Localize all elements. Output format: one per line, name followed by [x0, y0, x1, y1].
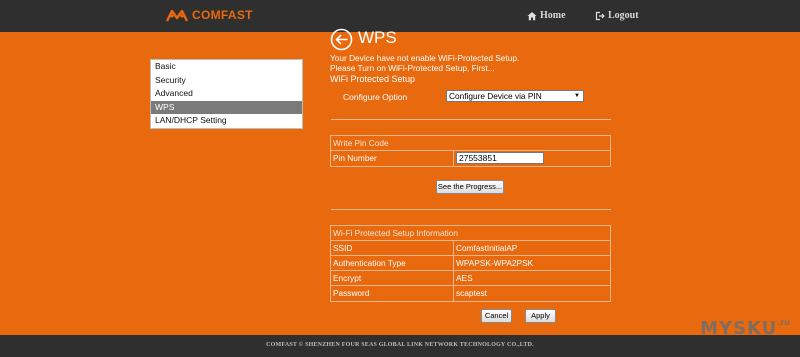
pin-number-label: Pin Number	[331, 151, 454, 166]
divider	[331, 119, 611, 120]
table-row: Authentication Type WPAPSK-WPA2PSK	[331, 256, 610, 271]
watermark-text: MYSKU	[700, 318, 778, 339]
brand-name: COMFAST	[192, 8, 253, 22]
notice-line-2: Please Turn on WiFi-Protected Setup, Fir…	[330, 63, 495, 73]
sidebar-item-security[interactable]: Security	[151, 74, 302, 88]
encrypt-value: AES	[456, 273, 473, 283]
top-bar: COMFAST Home Logout	[0, 0, 800, 32]
apply-button[interactable]: Apply	[525, 309, 556, 323]
wps-info-table: Wi-Fi Protected Setup Information SSID C…	[330, 225, 611, 302]
wps-disabled-notice: Your Device have not enable WiFi-Protect…	[330, 53, 519, 73]
pin-table-title: Write Pin Code	[333, 138, 389, 148]
configure-option-value: Configure Device via PIN	[449, 91, 542, 101]
logout-icon	[595, 11, 605, 20]
configure-option-select[interactable]: Configure Device via PIN ▼	[446, 90, 584, 102]
dropdown-arrow-icon: ▼	[574, 93, 580, 99]
brand-logo[interactable]: COMFAST	[166, 8, 253, 22]
info-table-header: Wi-Fi Protected Setup Information	[331, 226, 610, 241]
divider	[331, 209, 611, 210]
cancel-button[interactable]: Cancel	[481, 309, 512, 323]
sidebar-menu: Basic Security Advanced WPS LAN/DHCP Set…	[150, 59, 303, 129]
encrypt-label: Encrypt	[331, 271, 454, 285]
see-progress-button[interactable]: See the Progress...	[436, 180, 504, 194]
footer-copyright: COMFAST © SHENZHEN FOUR SEAS GLOBAL LINK…	[266, 342, 534, 348]
table-row: Encrypt AES	[331, 271, 610, 286]
sidebar-item-basic[interactable]: Basic	[151, 60, 302, 74]
password-value: scaptest	[456, 288, 487, 298]
home-link-label: Home	[540, 10, 566, 21]
sidebar-item-lan-dhcp[interactable]: LAN/DHCP Setting	[151, 114, 302, 128]
section-title: WiFi Protected Setup	[330, 74, 416, 84]
page-title: WPS	[358, 28, 397, 47]
sidebar-item-wps[interactable]: WPS	[151, 100, 302, 114]
logout-link-label: Logout	[608, 10, 639, 21]
pin-table: Write Pin Code Pin Number 27553851	[330, 135, 611, 167]
auth-type-value: WPAPSK-WPA2PSK	[456, 258, 534, 268]
configure-option-label: Configure Option	[343, 92, 408, 102]
table-row: Password scaptest	[331, 286, 610, 301]
table-row: SSID ComfastInitialAP	[331, 241, 610, 256]
pin-row: Pin Number 27553851	[331, 151, 610, 166]
password-label: Password	[331, 286, 454, 301]
watermark-suffix: .ru	[777, 318, 790, 327]
sidebar-item-advanced[interactable]: Advanced	[151, 87, 302, 101]
ssid-value: ComfastInitialAP	[456, 243, 518, 253]
back-arrow-icon[interactable]	[330, 28, 353, 51]
pin-number-input[interactable]: 27553851	[456, 152, 544, 164]
home-icon	[527, 11, 537, 20]
pin-table-header: Write Pin Code	[331, 136, 610, 151]
footer-bar: COMFAST © SHENZHEN FOUR SEAS GLOBAL LINK…	[0, 335, 800, 357]
home-link[interactable]: Home	[527, 10, 566, 21]
logout-link[interactable]: Logout	[595, 10, 639, 21]
pin-number-cell: 27553851	[454, 151, 610, 166]
ssid-label: SSID	[331, 241, 454, 255]
notice-line-1: Your Device have not enable WiFi-Protect…	[330, 53, 520, 63]
comfast-logo-icon	[166, 9, 188, 22]
info-table-title: Wi-Fi Protected Setup Information	[333, 228, 458, 238]
site-watermark: MYSKU.ru	[700, 318, 790, 339]
auth-type-label: Authentication Type	[331, 256, 454, 270]
